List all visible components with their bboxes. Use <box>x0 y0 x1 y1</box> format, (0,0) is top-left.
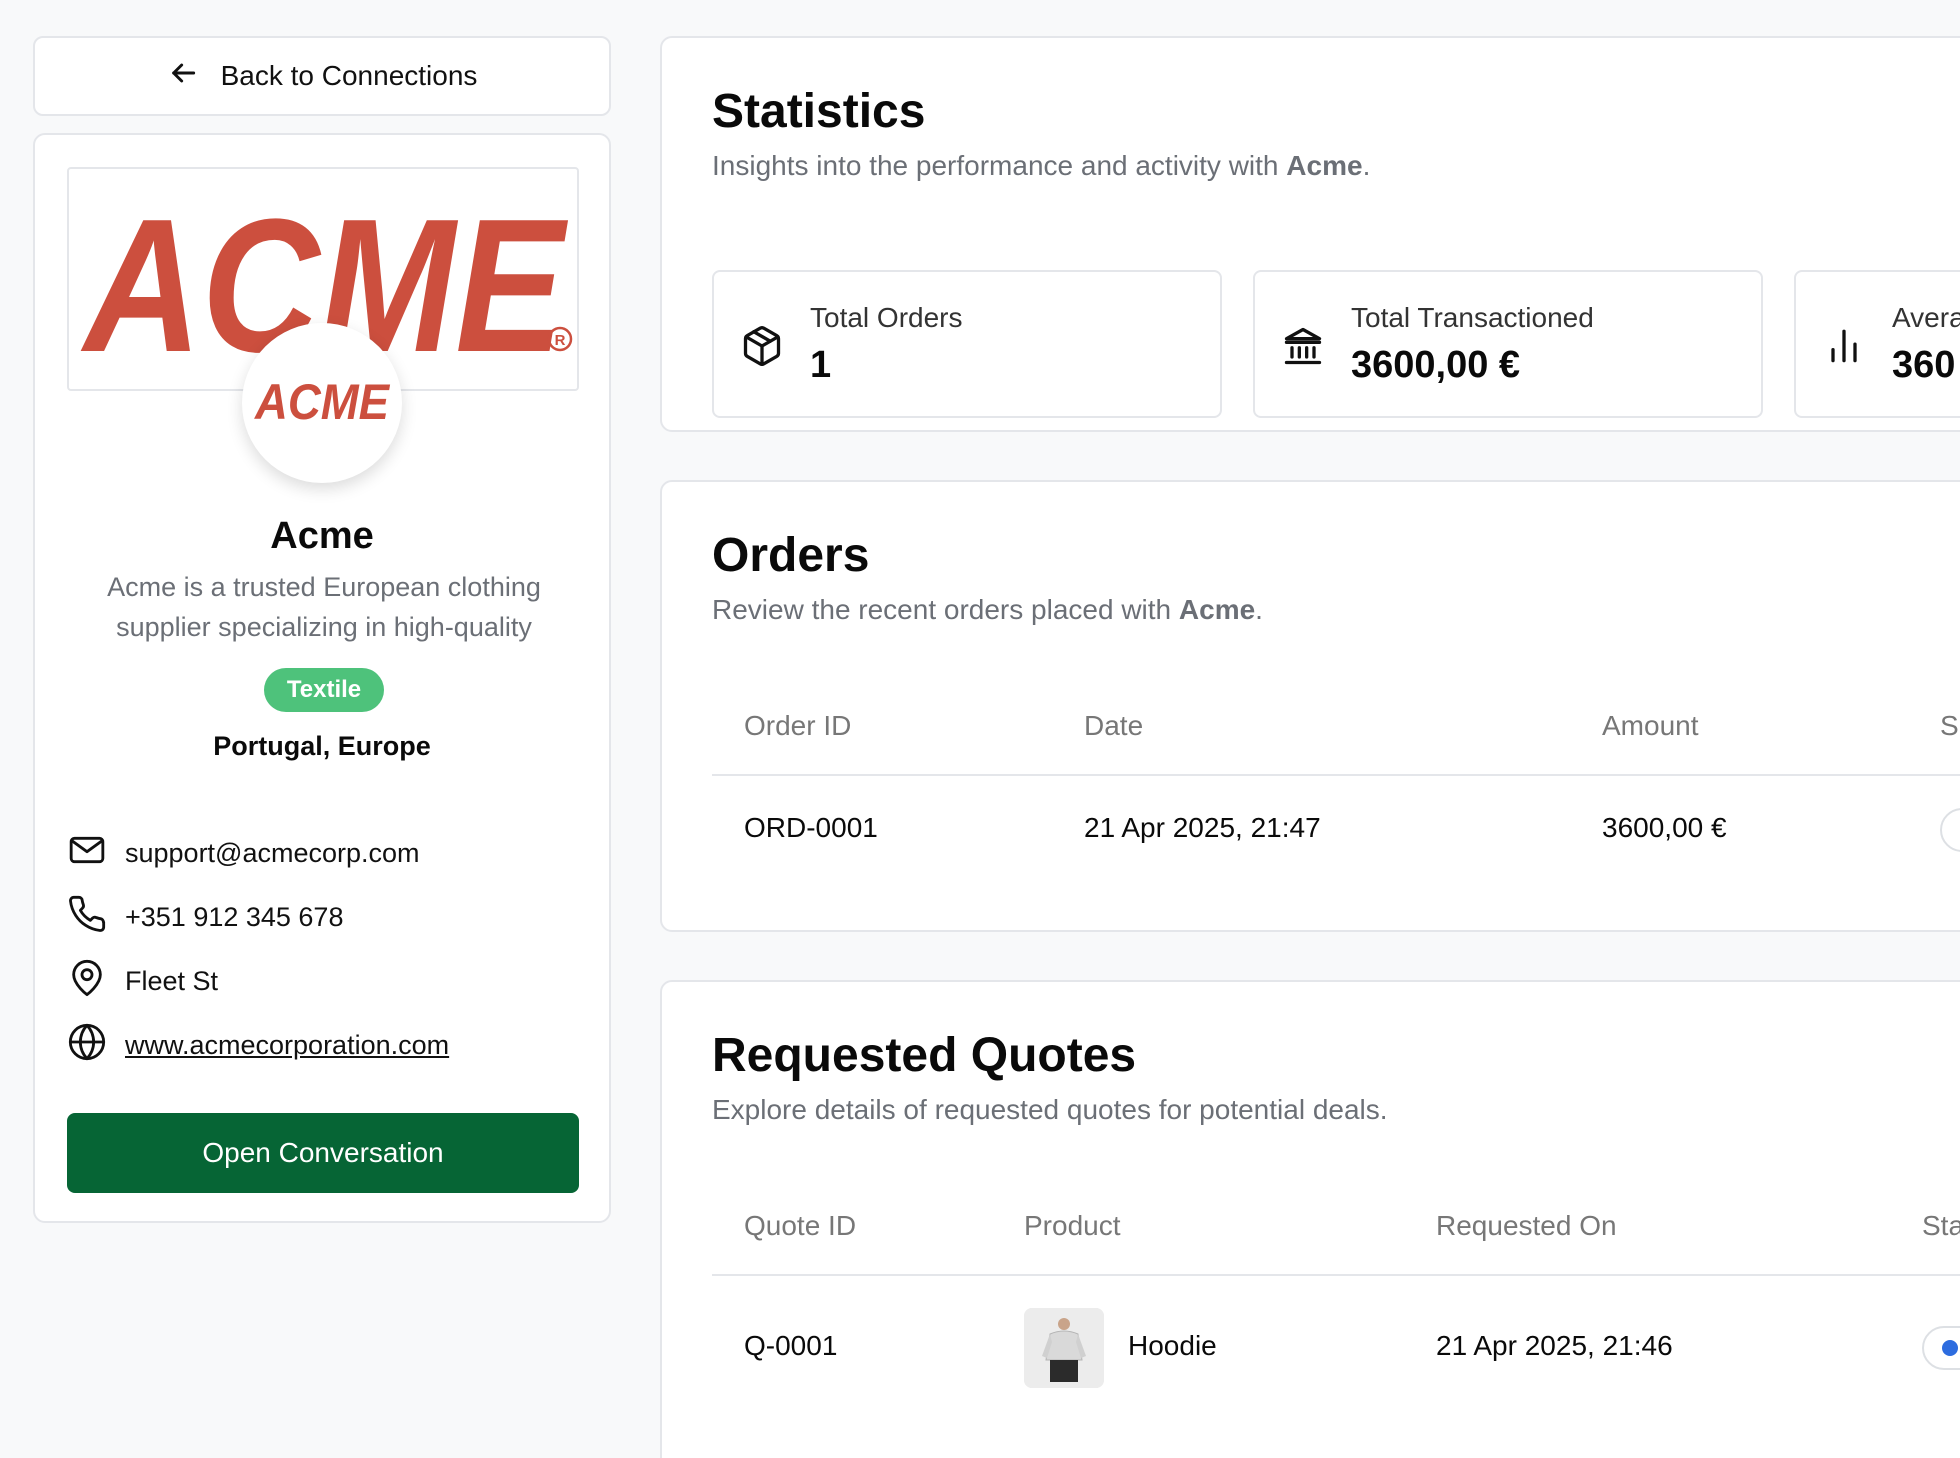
back-label: Back to Connections <box>220 60 478 91</box>
website-link[interactable]: www.acmecorporation.com <box>125 1030 449 1061</box>
company-avatar: ACME <box>242 323 402 483</box>
phone-icon <box>67 894 107 941</box>
statistics-subtitle-company: Acme <box>1286 150 1363 181</box>
stat-value: 3600,00 € <box>1351 344 1521 386</box>
stat-card-total-orders: Total Orders 1 <box>712 270 1222 418</box>
quotes-subtitle: Explore details of requested quotes for … <box>712 1094 1388 1125</box>
orders-header-divider <box>712 774 1960 776</box>
contact-email-row: support@acmecorp.com <box>67 831 420 875</box>
category-badge: Textile <box>264 668 384 712</box>
quotes-column-requested-on[interactable]: Requested On <box>1436 1210 1617 1242</box>
hoodie-image <box>1024 1308 1104 1388</box>
orders-title: Orders <box>712 529 870 582</box>
contact-address-row: Fleet St <box>67 959 218 1003</box>
mail-icon <box>67 830 107 877</box>
orders-column-status[interactable]: S <box>1940 710 1959 742</box>
quotes-title: Requested Quotes <box>712 1029 1137 1082</box>
stat-value: 360 <box>1892 344 1956 386</box>
orders-column-amount[interactable]: Amount <box>1602 710 1699 742</box>
orders-subtitle: Review the recent orders placed with Acm… <box>712 594 1263 625</box>
stat-card-total-transactioned: Total Transactioned 3600,00 € <box>1253 270 1763 418</box>
statistics-subtitle: Insights into the performance and activi… <box>712 150 1371 181</box>
quote-status-badge <box>1922 1326 1960 1370</box>
statistics-panel: Statistics Insights into the performance… <box>660 36 1960 432</box>
connection-detail-page: Back to Connections ACME R ACME Acme Acm… <box>0 0 1960 1458</box>
company-description: Acme is a trusted European clothing supp… <box>107 572 541 642</box>
stat-label: Avera <box>1892 302 1960 333</box>
orders-column-order-id[interactable]: Order ID <box>744 710 851 742</box>
quotes-column-status[interactable]: Sta <box>1922 1210 1960 1242</box>
quote-product-name: Hoodie <box>1128 1330 1217 1361</box>
supplier-profile-card: ACME R ACME Acme Acme is a trusted Europ… <box>33 133 611 1223</box>
svg-text:R: R <box>555 332 566 349</box>
company-location: Portugal, Europe <box>213 731 431 761</box>
globe-icon <box>67 1022 107 1069</box>
stat-value: 1 <box>810 344 832 386</box>
quote-requested-on-cell: 21 Apr 2025, 21:46 <box>1436 1330 1673 1361</box>
order-date-cell: 21 Apr 2025, 21:47 <box>1084 812 1321 843</box>
requested-quotes-panel: Requested Quotes Explore details of requ… <box>660 980 1960 1458</box>
quotes-header-divider <box>712 1274 1960 1276</box>
open-conversation-button[interactable]: Open Conversation <box>67 1113 579 1193</box>
contact-email: support@acmecorp.com <box>125 837 420 868</box>
product-thumbnail <box>1024 1308 1104 1388</box>
quotes-column-quote-id[interactable]: Quote ID <box>744 1210 856 1242</box>
orders-subtitle-company: Acme <box>1178 594 1256 625</box>
map-pin-icon <box>67 958 107 1005</box>
status-dot-icon <box>1942 1340 1958 1356</box>
order-id-cell[interactable]: ORD-0001 <box>744 812 878 844</box>
arrow-left-icon <box>167 57 199 96</box>
statistics-title: Statistics <box>712 85 926 138</box>
svg-text:ACME: ACME <box>253 374 390 430</box>
orders-panel: Orders Review the recent orders placed w… <box>660 480 1960 932</box>
back-to-connections-button[interactable]: Back to Connections <box>33 36 611 116</box>
stat-label: Total Transactioned <box>1351 302 1594 333</box>
quote-id-cell[interactable]: Q-0001 <box>744 1330 837 1362</box>
contact-phone-row: +351 912 345 678 <box>67 895 343 939</box>
company-name: Acme <box>270 515 374 557</box>
order-amount-cell: 3600,00 € <box>1602 812 1727 843</box>
stat-label: Total Orders <box>810 302 963 333</box>
quotes-column-product[interactable]: Product <box>1024 1210 1121 1242</box>
stat-card-average: Avera 360 <box>1794 270 1960 418</box>
orders-column-date[interactable]: Date <box>1084 710 1143 742</box>
acme-avatar-logo: ACME <box>253 374 390 430</box>
order-status-badge <box>1940 808 1960 852</box>
contact-phone: +351 912 345 678 <box>125 901 344 932</box>
contact-address: Fleet St <box>125 965 219 996</box>
contact-website-row: www.acmecorporation.com <box>67 1023 449 1067</box>
